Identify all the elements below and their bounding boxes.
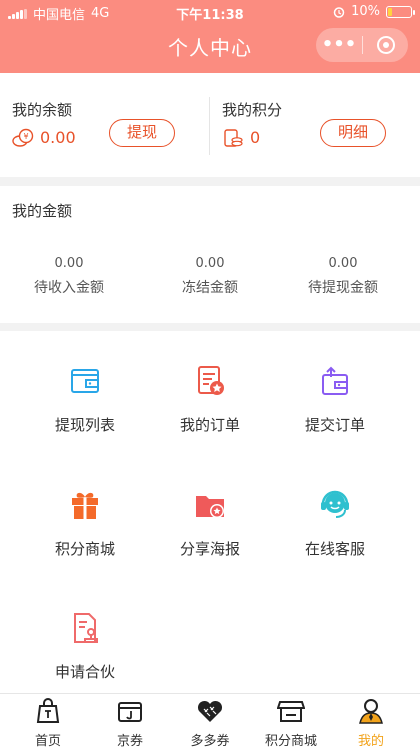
menu-item-label: 积分商城 <box>54 540 115 558</box>
battery-text: 10% <box>351 4 380 19</box>
folder-star-icon <box>196 496 224 518</box>
amount-value: 0.00 <box>328 256 358 271</box>
tab-duoduo-coupon[interactable]: 多多券 <box>168 698 252 747</box>
battery-icon <box>386 5 415 18</box>
points-value: 0 <box>250 128 261 147</box>
menu-item-label: 提现列表 <box>54 416 115 434</box>
yuan-coin-icon: ¥ <box>12 128 34 147</box>
amount-value: 0.00 <box>54 256 84 271</box>
alarm-icon <box>333 6 345 18</box>
tab-label: 多多券 <box>190 734 230 747</box>
home-bag-icon <box>36 698 60 723</box>
menu-item-label: 申请合伙 <box>54 663 115 681</box>
tab-label: 我的 <box>357 734 384 747</box>
frozen-amount[interactable]: 0.00 冻结金额 <box>140 256 280 297</box>
menu-item-online-service[interactable]: 在线客服 <box>275 488 395 559</box>
menu-item-submit-order[interactable]: 提交订单 <box>275 364 395 435</box>
pending-withdraw-amount[interactable]: 0.00 待提现金额 <box>273 256 413 297</box>
tab-label: 积分商城 <box>264 734 317 747</box>
user-icon <box>359 699 383 724</box>
wallet-icon <box>71 369 99 393</box>
menu-item-label: 提交订单 <box>304 416 365 434</box>
points-detail-button[interactable]: 明细 <box>320 119 386 147</box>
tab-label: 首页 <box>34 734 61 747</box>
points-label: 我的积分 <box>222 101 283 119</box>
gift-icon <box>72 492 98 519</box>
amount-label: 冻结金额 <box>182 280 238 296</box>
tab-label: 京券 <box>116 734 143 747</box>
submit-order-icon <box>322 366 348 395</box>
amount-title: 我的金额 <box>12 202 73 220</box>
points-coin-icon <box>224 129 243 147</box>
balance-label: 我的余额 <box>12 101 73 119</box>
amount-value: 0.00 <box>195 256 225 271</box>
menu-item-share-poster[interactable]: 分享海报 <box>150 488 270 559</box>
balance-value: 0.00 <box>40 128 76 147</box>
menu-item-withdraw-list[interactable]: 提现列表 <box>25 364 145 435</box>
tab-points-mall[interactable]: 积分商城 <box>249 698 333 747</box>
tab-jd-coupon[interactable]: 京券 <box>88 698 172 747</box>
store-icon <box>276 701 306 722</box>
pending-income-amount[interactable]: 0.00 待收入金额 <box>0 256 139 297</box>
tab-mine[interactable]: 我的 <box>329 698 413 747</box>
header-bar: 中国电信 4G 下午11:38 10% 个人中心 ••• <box>0 0 420 73</box>
menu-item-points-mall[interactable]: 积分商城 <box>25 488 145 559</box>
amount-label: 待收入金额 <box>34 280 104 296</box>
menu-item-apply-partner[interactable]: 申请合伙 <box>25 611 145 682</box>
more-icon[interactable]: ••• <box>316 28 362 62</box>
balance-section: 我的余额 ¥ 0.00 提现 <box>0 73 209 177</box>
close-target-icon <box>376 36 395 54</box>
menu-grid: 提现列表 我的订单 提交订单 积分商城 分享海报 在线客服 申请合伙 <box>0 331 420 693</box>
tab-bar: 首页 京券 多多券 积分商城 我的 <box>0 693 420 747</box>
menu-item-label: 我的订单 <box>179 416 240 434</box>
customer-service-icon <box>321 490 349 518</box>
points-section: 我的积分 0 明细 <box>210 73 420 177</box>
menu-item-label: 分享海报 <box>179 540 240 558</box>
menu-item-label: 在线客服 <box>304 540 365 558</box>
menu-item-my-orders[interactable]: 我的订单 <box>150 364 270 435</box>
close-miniprogram-button[interactable] <box>363 36 408 54</box>
jd-coupon-icon <box>118 702 142 722</box>
svg-text:¥: ¥ <box>23 132 28 141</box>
mini-program-capsule: ••• <box>316 28 408 62</box>
amount-label: 待提现金额 <box>308 280 378 296</box>
balance-card: 我的余额 ¥ 0.00 提现 我的积分 0 明细 <box>0 73 420 177</box>
withdraw-button[interactable]: 提现 <box>109 119 175 147</box>
amount-section: 我的金额 0.00 待收入金额 0.00 冻结金额 0.00 待提现金额 <box>0 186 420 323</box>
order-icon <box>198 366 224 395</box>
heart-coupon-icon <box>197 700 223 722</box>
apply-document-icon <box>74 613 98 643</box>
status-bar: 中国电信 4G 下午11:38 10% <box>0 0 420 24</box>
tab-home[interactable]: 首页 <box>6 698 90 747</box>
